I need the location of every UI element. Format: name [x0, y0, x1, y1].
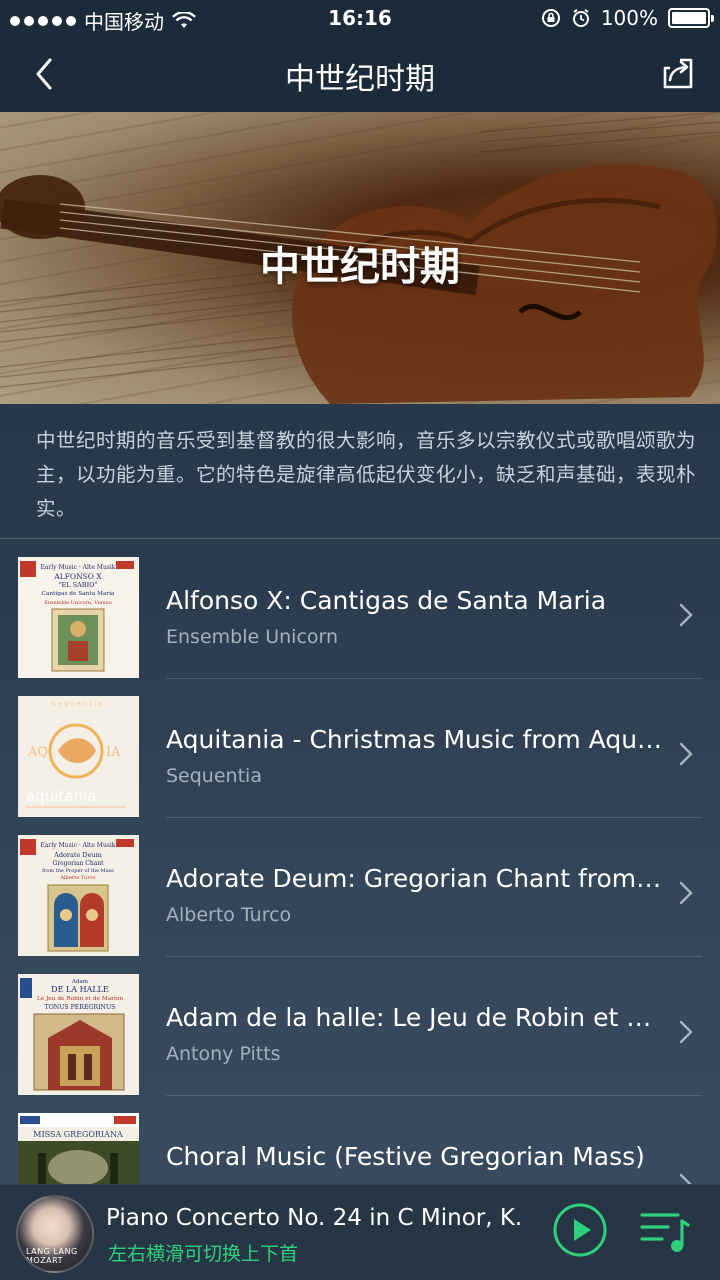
cover-line: Gregorian Chant [52, 860, 104, 867]
album-title: Alfonso X: Cantigas de Santa Maria [166, 586, 607, 615]
album-title: Aquitania - Christmas Music from Aquitan… [166, 725, 666, 754]
album-artist: Ensemble Unicorn [166, 626, 339, 648]
cover-top-text: Early Music · Alte Musik [41, 564, 116, 571]
cover-line: Cantigas de Santa Maria [41, 591, 115, 597]
album-list-item[interactable]: Adam DE LA HALLE Le Jeu de Robin et de M… [0, 957, 720, 1096]
chevron-right-icon [679, 881, 693, 905]
alarm-icon [572, 8, 589, 27]
artist-avatar[interactable]: LANG LANG MOZART [16, 1195, 94, 1273]
now-playing-title: Piano Concerto No. 24 in C Minor, K. 491 [106, 1205, 530, 1231]
album-list-item[interactable]: sequentia AQ IA aquitania Aquitania - Ch… [0, 679, 720, 818]
cover-line: MISSA GREGORIANA [33, 1130, 123, 1139]
cover-line: Le Jeu de Robin et de Marion [37, 996, 124, 1002]
chevron-right-icon [679, 742, 693, 766]
cover-line: ALFONSO X [53, 572, 102, 581]
album-cover: sequentia AQ IA aquitania [18, 696, 139, 817]
album-artist: Antony Pitts [166, 1043, 281, 1065]
cover-line: "EL SABIO" [59, 581, 98, 589]
playlist-icon[interactable] [638, 1207, 690, 1255]
album-artist: Sequentia [166, 765, 262, 787]
album-cover: Early Music · Alte Musik Adorate Deum Gr… [18, 835, 139, 956]
cover-line: Alberto Turco [59, 875, 95, 881]
album-list-item[interactable]: Early Music · Alte Musik ALFONSO X "EL S… [0, 540, 720, 679]
cover-line: Adorate Deum [53, 851, 102, 859]
cover-line: Ensemble Unicorn, Vienna [44, 600, 112, 606]
album-title: Adam de la halle: Le Jeu de Robin et de … [166, 1003, 666, 1032]
divider [0, 538, 720, 539]
album-title: Choral Music (Festive Gregorian Mass) [166, 1142, 645, 1171]
avatar-caption: LANG LANG MOZART [26, 1247, 78, 1265]
page-title: 中世纪时期 [285, 62, 435, 97]
cover-top-text: sequentia [52, 700, 105, 708]
chevron-right-icon [679, 603, 693, 627]
cover-line: TONUS PEREGRINUS [45, 1004, 116, 1011]
orientation-lock-icon [541, 9, 560, 27]
category-banner: 中世纪时期 [0, 112, 720, 404]
cover-line: aquitania [26, 787, 96, 805]
play-icon[interactable] [552, 1202, 608, 1258]
swipe-hint: 左右横滑可切换上下首 [108, 1243, 299, 1265]
svg-text:AQ: AQ [27, 745, 48, 760]
cover-top-text: Early Music · Alte Musik [41, 842, 116, 849]
mini-player[interactable]: LANG LANG MOZART Piano Concerto No. 24 i… [0, 1184, 720, 1280]
album-title: Adorate Deum: Gregorian Chant from the P… [166, 864, 666, 893]
share-icon[interactable] [658, 54, 698, 94]
cover-line: from the Proper of the Mass [42, 868, 114, 874]
banner-title: 中世纪时期 [260, 244, 460, 290]
album-cover: Early Music · Alte Musik ALFONSO X "EL S… [18, 557, 139, 678]
album-list: Early Music · Alte Musik ALFONSO X "EL S… [0, 540, 720, 1235]
battery-percent: 100% [600, 6, 658, 30]
category-description: 中世纪时期的音乐受到基督教的很大影响，音乐多以宗教仪式或歌唱颂歌为主，以功能为重… [36, 429, 697, 520]
album-cover: Adam DE LA HALLE Le Jeu de Robin et de M… [18, 974, 139, 1095]
status-bar: 中国移动 16:16 100% [0, 0, 720, 38]
chevron-right-icon [679, 1020, 693, 1044]
album-artist: Alberto Turco [166, 904, 292, 926]
album-list-item[interactable]: Early Music · Alte Musik Adorate Deum Gr… [0, 818, 720, 957]
navigation-bar: 中世纪时期 [0, 38, 720, 112]
cover-line: DE LA HALLE [51, 985, 109, 994]
battery-icon [668, 8, 714, 28]
svg-text:IA: IA [106, 745, 121, 760]
